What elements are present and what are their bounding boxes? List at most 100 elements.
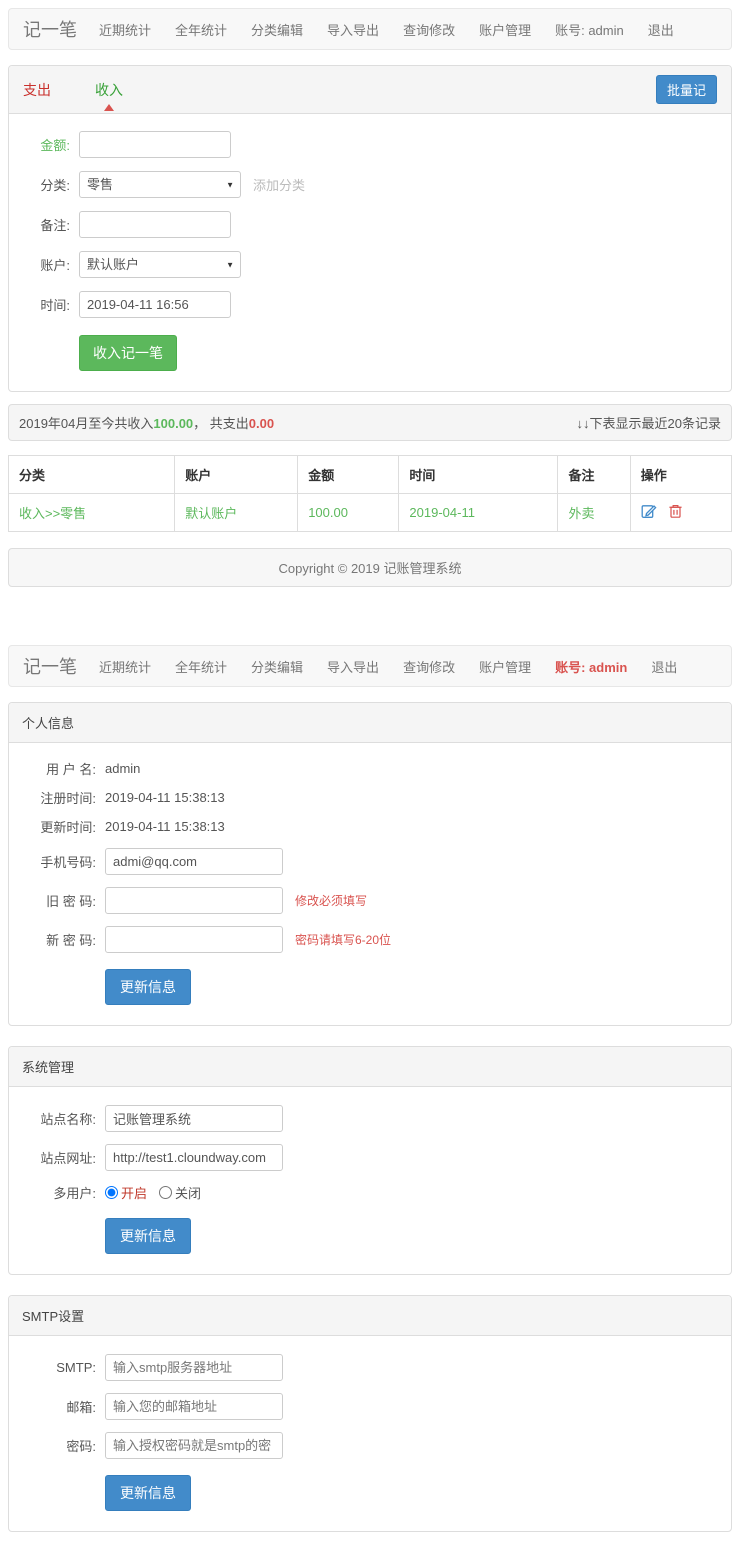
amount-input[interactable] [79,131,231,158]
add-category-link[interactable]: 添加分类 [253,175,305,194]
update-system-button[interactable]: 更新信息 [105,1218,191,1254]
multiuser-on-radio[interactable] [105,1186,118,1199]
site-url-input[interactable] [105,1144,283,1171]
nav-query-modify[interactable]: 查询修改 [403,20,455,39]
note-label: 备注: [40,218,70,233]
page-separator [8,587,732,645]
multiuser-on-option[interactable]: 开启 [105,1183,147,1202]
multiuser-off-radio[interactable] [159,1186,173,1199]
site-name-input[interactable] [105,1105,283,1132]
old-password-input[interactable] [105,887,283,914]
brand-logo[interactable]: 记一笔 [23,653,77,679]
smtp-email-input[interactable] [105,1393,283,1420]
system-panel-title: 系统管理 [9,1047,731,1087]
multiuser-radio-group: 开启 关闭 [105,1183,201,1202]
multiuser-off-label: 关闭 [175,1186,202,1201]
multiuser-on-label: 开启 [121,1186,148,1201]
tab-income-label: 收入 [95,81,123,98]
active-tab-marker-icon [104,103,114,111]
entry-tab-row: 支出 收入 批量记 [9,66,731,114]
edit-icon[interactable] [641,503,657,522]
phone-label: 手机号码: [40,855,96,870]
summary-note: ↓↓下表显示最近20条记录 [576,416,721,431]
cell-category: 收入>>零售 [7,493,176,532]
register-time-value: 2019-04-11 15:38:13 [105,790,225,805]
nav-annual-stats[interactable]: 全年统计 [175,20,227,39]
tab-expense[interactable]: 支出 [23,80,51,100]
entry-form: 金额: 分类: 零售 ▼ 添加分类 备注: 账户: 默认账户 ▼ 时间: 201… [9,114,731,391]
new-password-label: 新 密 码: [46,933,96,948]
record-income-button[interactable]: 收入记一笔 [79,335,177,371]
brand-logo[interactable]: 记一笔 [23,16,77,42]
nav-recent-stats[interactable]: 近期统计 [99,657,151,676]
summary-separator: ， 共支出 [193,416,249,431]
summary-income-value: 100.00 [153,416,194,431]
trash-icon[interactable] [668,503,683,522]
multiuser-off-option[interactable]: 关闭 [159,1183,201,1202]
smtp-email-label: 邮箱: [66,1400,96,1415]
header-category: 分类 [7,455,176,494]
cell-note: 外卖 [557,493,631,532]
note-input[interactable] [79,211,231,238]
nav-logout[interactable]: 退出 [648,20,674,39]
nav-account-label[interactable]: 账号: admin [555,20,624,39]
nav-import-export[interactable]: 导入导出 [327,657,379,676]
account-label: 账户: [40,258,70,273]
category-select-wrap: 零售 ▼ [79,171,241,198]
records-table: 分类 账户 金额 时间 备注 操作 收入>>零售 默认账户 100.00 201… [7,455,733,532]
smtp-password-label: 密码: [66,1439,96,1454]
navbar-top: 记一笔 近期统计 全年统计 分类编辑 导入导出 查询修改 账户管理 账号: ad… [8,8,732,50]
category-select[interactable]: 零售 [79,171,241,198]
entry-panel: 支出 收入 批量记 金额: 分类: 零售 ▼ 添加分类 备注: 账户: 默认账户… [8,65,732,392]
nav-annual-stats[interactable]: 全年统计 [175,657,227,676]
phone-input[interactable] [105,848,283,875]
navbar-bottom: 记一笔 近期统计 全年统计 分类编辑 导入导出 查询修改 账户管理 账号: ad… [8,645,732,687]
new-password-hint: 密码请填写6-20位 [295,933,392,947]
cell-actions [629,493,733,532]
copyright-footer: Copyright © 2019 记账管理系统 [8,548,732,587]
time-input[interactable] [79,291,231,318]
cell-amount: 100.00 [297,493,400,532]
update-time-value: 2019-04-11 15:38:13 [105,819,225,834]
summary-bar: 2019年04月至今共收入100.00， 共支出0.00 ↓↓下表显示最近20条… [8,404,732,441]
account-select[interactable]: 默认账户 [79,251,241,278]
nav-query-modify[interactable]: 查询修改 [403,657,455,676]
nav-recent-stats[interactable]: 近期统计 [99,20,151,39]
system-panel: 系统管理 站点名称: 站点网址: 多用户: 开启 关 [8,1046,732,1275]
nav-account-label-active[interactable]: 账号: admin [555,657,627,676]
summary-expense-value: 0.00 [248,416,275,431]
cell-account: 默认账户 [174,493,299,532]
category-label: 分类: [40,178,70,193]
summary-prefix: 2019年04月至今共收入 [19,416,154,431]
time-label: 时间: [40,298,70,313]
nav-account-manage[interactable]: 账户管理 [479,657,531,676]
multiuser-label: 多用户: [53,1186,96,1201]
page-wrapper: 记一笔 近期统计 全年统计 分类编辑 导入导出 查询修改 账户管理 账号: ad… [0,0,740,1560]
new-password-input[interactable] [105,926,283,953]
header-time: 时间 [398,455,559,494]
header-amount: 金额 [297,455,400,494]
update-profile-button[interactable]: 更新信息 [105,969,191,1005]
profile-panel-title: 个人信息 [9,703,731,743]
smtp-server-input[interactable] [105,1354,283,1381]
site-url-label: 站点网址: [40,1151,96,1166]
records-header-row: 分类 账户 金额 时间 备注 操作 [7,455,733,494]
nav-category-edit[interactable]: 分类编辑 [251,657,303,676]
register-time-label: 注册时间: [40,791,96,806]
nav-account-manage[interactable]: 账户管理 [479,20,531,39]
update-time-label: 更新时间: [40,820,96,835]
profile-panel: 个人信息 用 户 名: admin 注册时间: 2019-04-11 15:38… [8,702,732,1026]
summary-totals: 2019年04月至今共收入100.00， 共支出0.00 [19,413,274,432]
smtp-password-input[interactable] [105,1432,283,1459]
nav-logout[interactable]: 退出 [651,657,677,676]
batch-record-button[interactable]: 批量记 [655,75,717,104]
header-actions: 操作 [629,455,733,494]
header-note: 备注 [557,455,631,494]
update-smtp-button[interactable]: 更新信息 [105,1475,191,1511]
username-label: 用 户 名: [46,762,96,777]
old-password-label: 旧 密 码: [46,894,96,909]
nav-category-edit[interactable]: 分类编辑 [251,20,303,39]
tab-income[interactable]: 收入 [95,80,123,111]
nav-import-export[interactable]: 导入导出 [327,20,379,39]
site-name-label: 站点名称: [40,1112,96,1127]
